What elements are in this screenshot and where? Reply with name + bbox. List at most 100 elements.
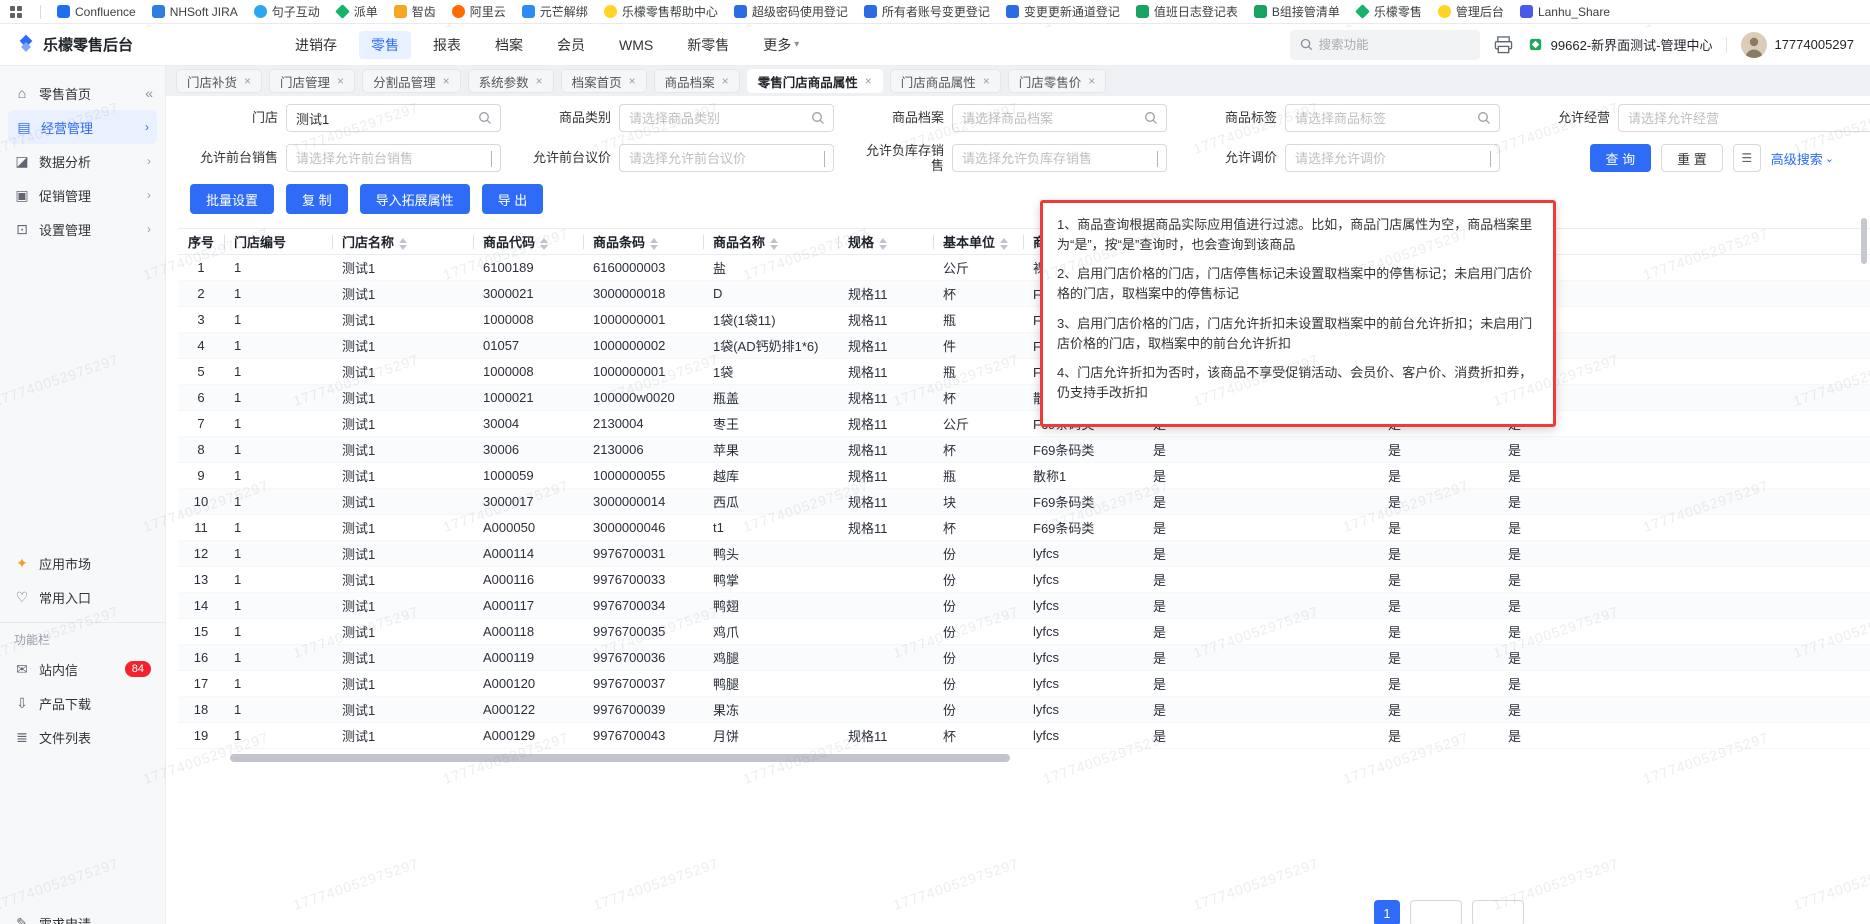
filter-input-允许经营[interactable]: [1618, 104, 1870, 132]
sort-icon[interactable]: [879, 237, 888, 250]
tab-门店补货[interactable]: 门店补货 ×: [176, 69, 263, 93]
nav-item-档案[interactable]: 档案: [483, 31, 535, 59]
app-logo[interactable]: 乐檬零售后台: [16, 34, 133, 55]
close-icon[interactable]: ×: [244, 74, 251, 88]
column-header-门店名称[interactable]: 门店名称: [332, 228, 473, 255]
sort-icon[interactable]: [540, 237, 549, 250]
horizontal-scrollbar[interactable]: [230, 754, 1010, 762]
table-row[interactable]: 12 1 测试1 A000114 9976700031 鸭头份 lyfcs 是是是: [178, 540, 1870, 567]
bookmark-item[interactable]: NHSoft JIRA: [151, 5, 238, 19]
sidebar-item-数据分析[interactable]: ◪ 数据分析 ›: [0, 144, 165, 178]
tab-分割品管理[interactable]: 分割品管理 ×: [362, 69, 461, 93]
tab-档案首页[interactable]: 档案首页 ×: [560, 69, 647, 93]
table-row[interactable]: 61测试11000021100000w0020瓶盖规格11杯散称1是是是: [178, 384, 1870, 411]
pagination-page-1[interactable]: 1: [1374, 900, 1400, 924]
sidebar-item-站内信[interactable]: ✉ 站内信 84: [0, 652, 165, 686]
bookmark-item[interactable]: Lanhu_Share: [1519, 5, 1610, 19]
table-row[interactable]: 18 1 测试1 A000122 9976700039 果冻份 lyfcs 是是是: [178, 696, 1870, 723]
filter-input-商品标签[interactable]: [1285, 104, 1500, 132]
nav-item-进销存[interactable]: 进销存: [283, 31, 349, 59]
sort-icon[interactable]: [1000, 237, 1009, 250]
close-icon[interactable]: ×: [1088, 74, 1095, 88]
tab-系统参数[interactable]: 系统参数 ×: [467, 69, 554, 93]
tab-门店商品属性[interactable]: 门店商品属性 ×: [889, 69, 1001, 93]
nav-item-会员[interactable]: 会员: [545, 31, 597, 59]
table-row[interactable]: 8 1 测试1 30006 2130006 苹果 规格11 杯 F69条码类是是是: [178, 436, 1870, 463]
sort-icon[interactable]: [770, 237, 779, 250]
filter-input-商品类别[interactable]: [619, 104, 834, 132]
sidebar-item-需求申请[interactable]: ✎ 需求申请: [0, 906, 165, 924]
sidebar-item-设置管理[interactable]: ⊡ 设置管理 ›: [0, 212, 165, 246]
sort-icon[interactable]: [650, 237, 659, 250]
advanced-search-link[interactable]: 高级搜索 ⌄: [1771, 149, 1834, 168]
sidebar-item-常用入口[interactable]: ♡ 常用入口: [0, 580, 165, 614]
close-icon[interactable]: ×: [722, 74, 729, 88]
page-size-select[interactable]: [1410, 900, 1462, 924]
table-row[interactable]: 17 1 测试1 A000120 9976700037 鸭腿份 lyfcs 是是是: [178, 670, 1870, 697]
table-row[interactable]: 16 1 测试1 A000119 9976700036 鸡腿份 lyfcs 是是是: [178, 644, 1870, 671]
close-icon[interactable]: ×: [983, 74, 990, 88]
column-header-基本单位[interactable]: 基本单位: [933, 228, 1023, 255]
filter-input-门店[interactable]: [286, 104, 501, 132]
tenant-switcher[interactable]: 99662-新界面测试-管理中心: [1527, 35, 1712, 54]
bookmark-item[interactable]: 阿里云: [451, 3, 506, 20]
function-search-box[interactable]: [1289, 29, 1480, 60]
bookmark-item[interactable]: B组接管清单: [1253, 3, 1340, 20]
apps-grid-icon[interactable]: [10, 5, 22, 18]
tab-零售门店商品属性[interactable]: 零售门店商品属性 ×: [746, 69, 883, 93]
filter-input-control[interactable]: [287, 145, 500, 171]
table-row[interactable]: 41测试10105710000000021袋(AD钙奶排1*6)规格11件F69…: [178, 332, 1870, 359]
table-row[interactable]: 9 1 测试1 1000059 1000000055 越库 规格11 瓶散称1 是是是: [178, 462, 1870, 489]
tab-门店管理[interactable]: 门店管理 ×: [269, 69, 356, 93]
vertical-scrollbar[interactable]: [1861, 218, 1867, 264]
table-row[interactable]: 10 1 测试1 3000017 3000000014 西瓜 规格11 块 F69条码类是是是: [178, 488, 1870, 515]
nav-item-新零售[interactable]: 新零售: [675, 31, 741, 59]
table-row[interactable]: 21测试130000213000000018D规格11杯F69条码类是是是: [178, 280, 1870, 307]
close-icon[interactable]: ×: [629, 74, 636, 88]
bookmark-item[interactable]: 元芒解绑: [521, 3, 588, 20]
bookmark-item[interactable]: 变更更新通道登记: [1005, 3, 1120, 20]
bookmark-item[interactable]: 派单: [334, 3, 378, 20]
tab-商品档案[interactable]: 商品档案 ×: [653, 69, 740, 93]
sidebar-item-促销管理[interactable]: ▣ 促销管理 ›: [0, 178, 165, 212]
table-row[interactable]: 51测试1100000810000000011袋规格11瓶F69条码类是是是: [178, 358, 1870, 385]
table-row[interactable]: 14 1 测试1 A000117 9976700034 鸭翅份 lyfcs 是是是: [178, 592, 1870, 619]
bookmark-item[interactable]: 乐檬零售: [1355, 3, 1422, 20]
bookmark-item[interactable]: Confluence: [57, 5, 136, 19]
close-icon[interactable]: ×: [536, 74, 543, 88]
sidebar-item-经营管理[interactable]: ▤ 经营管理 ›: [8, 110, 157, 144]
sidebar-collapse-icon[interactable]: «: [145, 85, 153, 101]
filter-input-control[interactable]: [953, 145, 1166, 171]
bookmark-item[interactable]: 智齿: [393, 3, 436, 20]
filter-input-control[interactable]: [287, 105, 500, 131]
table-row[interactable]: 11 1 测试1 A000050 3000000046 t1 规格11 杯 F69条码类是是是: [178, 514, 1870, 541]
nav-item-报表[interactable]: 报表: [421, 31, 473, 59]
printer-icon[interactable]: [1494, 35, 1513, 54]
column-header-商品条码[interactable]: 商品条码: [583, 228, 703, 255]
filter-select-允许负库存销售[interactable]: [952, 144, 1167, 172]
table-row[interactable]: 19 1 测试1 A000129 9976700043 月饼 规格11 杯 lyfcs 是是是: [178, 722, 1870, 749]
close-icon[interactable]: ×: [865, 74, 872, 88]
tab-门店零售价[interactable]: 门店零售价 ×: [1007, 69, 1107, 93]
column-header-商品名称[interactable]: 商品名称: [703, 228, 838, 255]
sidebar-item-零售首页[interactable]: ⌂ 零售首页 «: [0, 76, 165, 110]
table-row[interactable]: 15 1 测试1 A000118 9976700035 鸡爪份 lyfcs 是是是: [178, 618, 1870, 645]
filter-input-商品档案[interactable]: [952, 104, 1167, 132]
sort-icon[interactable]: [399, 237, 408, 250]
nav-item-更多[interactable]: 更多 ▾: [751, 31, 811, 59]
close-icon[interactable]: ×: [443, 74, 450, 88]
filter-input-control[interactable]: [1286, 145, 1499, 171]
table-row[interactable]: 11测试161001896160000003盐公斤裸装是是是: [178, 254, 1870, 281]
filter-select-允许调价[interactable]: [1285, 144, 1500, 172]
bookmark-item[interactable]: 句子互动: [253, 3, 320, 20]
bookmark-item[interactable]: 所有者账号变更登记: [863, 3, 990, 20]
bookmark-item[interactable]: 值班日志登记表: [1135, 3, 1238, 20]
query-button[interactable]: 查 询: [1589, 144, 1652, 172]
reset-button[interactable]: 重 置: [1661, 144, 1723, 172]
nav-item-WMS[interactable]: WMS: [607, 33, 665, 57]
user-account[interactable]: 17774005297: [1741, 31, 1854, 58]
close-icon[interactable]: ×: [337, 74, 344, 88]
column-header-规格[interactable]: 规格: [838, 228, 933, 255]
sidebar-item-产品下载[interactable]: ⇩ 产品下载: [0, 686, 165, 720]
page-jump-input[interactable]: [1472, 900, 1524, 924]
